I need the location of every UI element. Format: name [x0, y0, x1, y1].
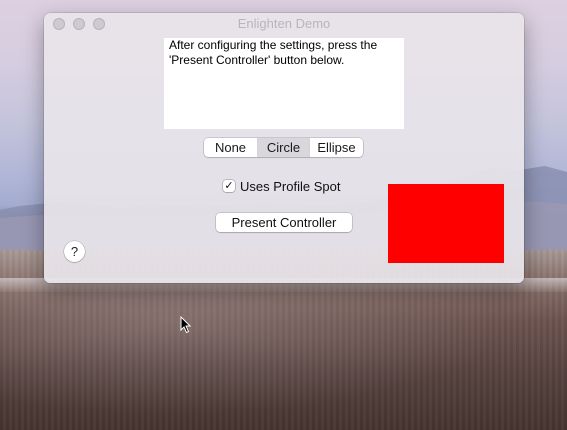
app-window: Enlighten Demo After configuring the set…	[44, 13, 524, 283]
segment-none[interactable]: None	[204, 138, 258, 157]
segment-circle[interactable]: Circle	[258, 138, 310, 157]
present-controller-button[interactable]: Present Controller	[216, 213, 352, 232]
title-bar[interactable]: Enlighten Demo	[44, 13, 524, 35]
window-title: Enlighten Demo	[237, 16, 331, 31]
color-well[interactable]	[388, 184, 504, 263]
arrow-cursor-icon	[180, 316, 192, 334]
profile-spot-option[interactable]: ✓ Uses Profile Spot	[223, 178, 340, 194]
instructions-text-view[interactable]: After configuring the settings, press th…	[164, 38, 404, 129]
profile-spot-checkbox[interactable]: ✓	[223, 180, 235, 192]
help-button[interactable]: ?	[64, 241, 85, 262]
profile-spot-label[interactable]: Uses Profile Spot	[240, 179, 340, 194]
segment-ellipse[interactable]: Ellipse	[310, 138, 363, 157]
shape-segmented-control: None Circle Ellipse	[204, 138, 363, 157]
